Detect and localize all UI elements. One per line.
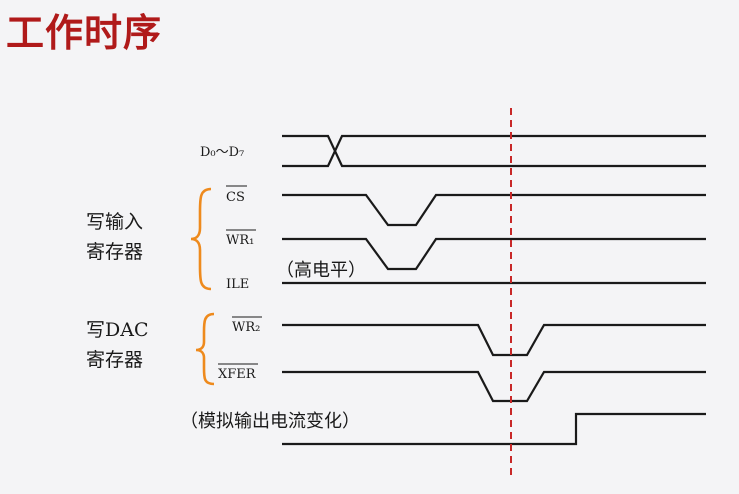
cs-waveform <box>282 193 706 227</box>
signal-label-xfer: XFER <box>218 367 257 382</box>
group-label-dac-register-2: 寄存器 <box>86 349 143 371</box>
wr2-waveform <box>282 323 706 357</box>
ile-level-note: （高电平） <box>276 260 366 281</box>
dac-register-brace <box>195 312 215 386</box>
data-bus-waveform <box>282 134 706 168</box>
signal-label-cs: CS <box>226 190 245 205</box>
timing-diagram: D₀～D₇ CS WR₁ ILE （高电平） WR₂ XFER （模拟输出电流变… <box>86 108 706 480</box>
group-label-input-register-2: 寄存器 <box>86 241 143 263</box>
timing-slide: 工作时序 D₀～D₇ CS WR₁ ILE （高电平） WR₂ XFER （模拟… <box>0 0 739 494</box>
signal-label-ile: ILE <box>226 277 249 292</box>
signal-label-wr1: WR₁ <box>226 233 254 248</box>
analog-output-note: （模拟输出电流变化） <box>180 411 360 432</box>
group-label-input-register-1: 写输入 <box>86 211 143 233</box>
group-label-dac-register-1: 写DAC <box>86 319 149 341</box>
signal-label-wr2: WR₂ <box>232 320 260 335</box>
input-register-brace <box>190 187 212 291</box>
signal-label-data-bus: D₀～D₇ <box>200 145 244 160</box>
xfer-waveform <box>282 370 706 403</box>
